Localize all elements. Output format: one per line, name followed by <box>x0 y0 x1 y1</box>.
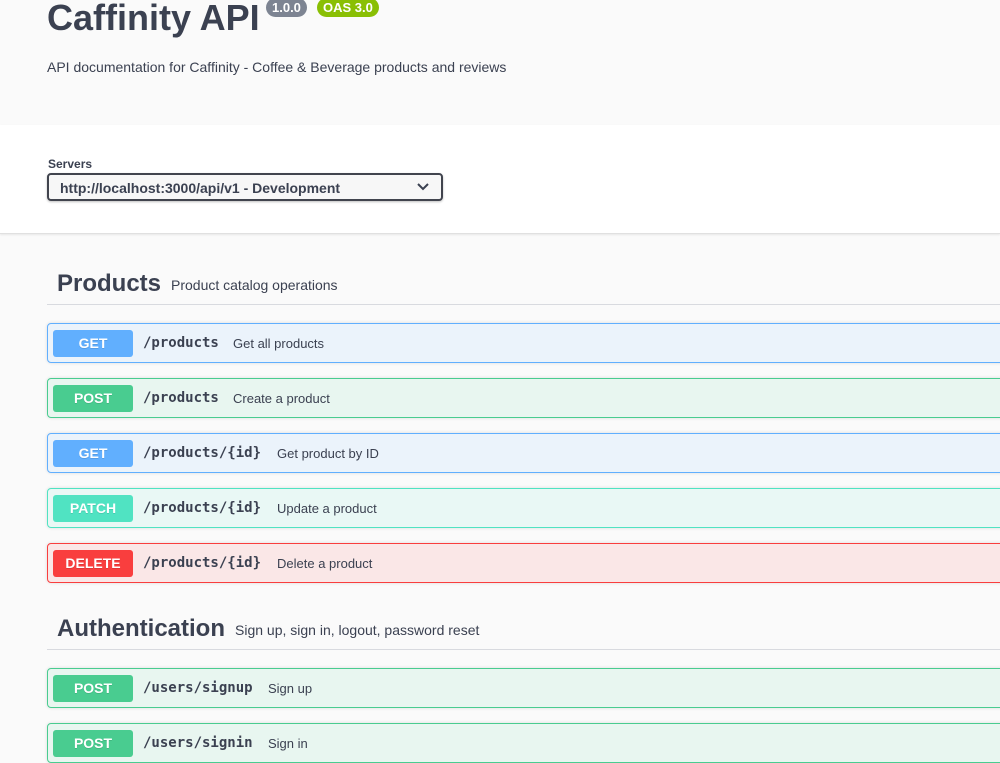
operation-summary: Sign in <box>268 736 308 751</box>
tag-authentication-header[interactable]: Authentication Sign up, sign in, logout,… <box>47 609 1000 650</box>
operation-delete-product[interactable]: DELETE /products/{id} Delete a product <box>47 543 1000 583</box>
operation-summary: Delete a product <box>277 556 373 571</box>
api-description: API documentation for Caffinity - Coffee… <box>47 59 507 75</box>
operation-summary: Sign up <box>268 681 313 696</box>
method-badge: GET <box>53 440 133 467</box>
api-title: Caffinity API <box>47 0 260 38</box>
operation-path: /users/signin <box>143 735 253 751</box>
operation-path: /products/{id} <box>143 500 262 516</box>
operation-path: /products/{id} <box>143 555 262 571</box>
servers-section: Servers http://localhost:3000/api/v1 - D… <box>0 125 1000 234</box>
method-badge: POST <box>53 675 133 702</box>
method-badge: DELETE <box>53 550 133 577</box>
operation-post-products[interactable]: POST /products Create a product <box>47 378 1000 418</box>
tag-name: Authentication <box>57 615 225 642</box>
operation-path: /products <box>143 390 219 406</box>
operation-summary: Create a product <box>233 391 330 406</box>
oas-badge: OAS 3.0 <box>317 0 379 17</box>
method-badge: GET <box>53 330 133 357</box>
operation-summary: Update a product <box>277 501 377 516</box>
method-badge: POST <box>53 385 133 412</box>
tag-description: Product catalog operations <box>171 277 338 293</box>
operation-get-products[interactable]: GET /products Get all products <box>47 323 1000 363</box>
chevron-down-icon <box>417 183 429 191</box>
api-info: Caffinity API 1.0.0 OAS 3.0 API document… <box>0 0 1000 125</box>
operation-post-signup[interactable]: POST /users/signup Sign up <box>47 668 1000 708</box>
operation-get-product-by-id[interactable]: GET /products/{id} Get product by ID <box>47 433 1000 473</box>
tag-name: Products <box>57 270 162 297</box>
servers-selected-value: http://localhost:3000/api/v1 - Developme… <box>60 180 341 196</box>
method-badge: POST <box>53 730 133 757</box>
operation-path: /users/signup <box>143 680 253 696</box>
operation-path: /products <box>143 335 219 351</box>
operation-summary: Get all products <box>233 336 325 351</box>
version-badge: 1.0.0 <box>266 0 307 17</box>
operation-summary: Get product by ID <box>277 446 379 461</box>
method-badge: PATCH <box>53 495 133 522</box>
tag-products-header[interactable]: Products Product catalog operations <box>47 264 1000 305</box>
servers-label: Servers <box>48 157 93 171</box>
operation-post-signin[interactable]: POST /users/signin Sign in <box>47 723 1000 763</box>
servers-select[interactable]: http://localhost:3000/api/v1 - Developme… <box>47 173 443 201</box>
operation-patch-product[interactable]: PATCH /products/{id} Update a product <box>47 488 1000 528</box>
operation-path: /products/{id} <box>143 445 262 461</box>
tag-description: Sign up, sign in, logout, password reset <box>235 622 480 638</box>
